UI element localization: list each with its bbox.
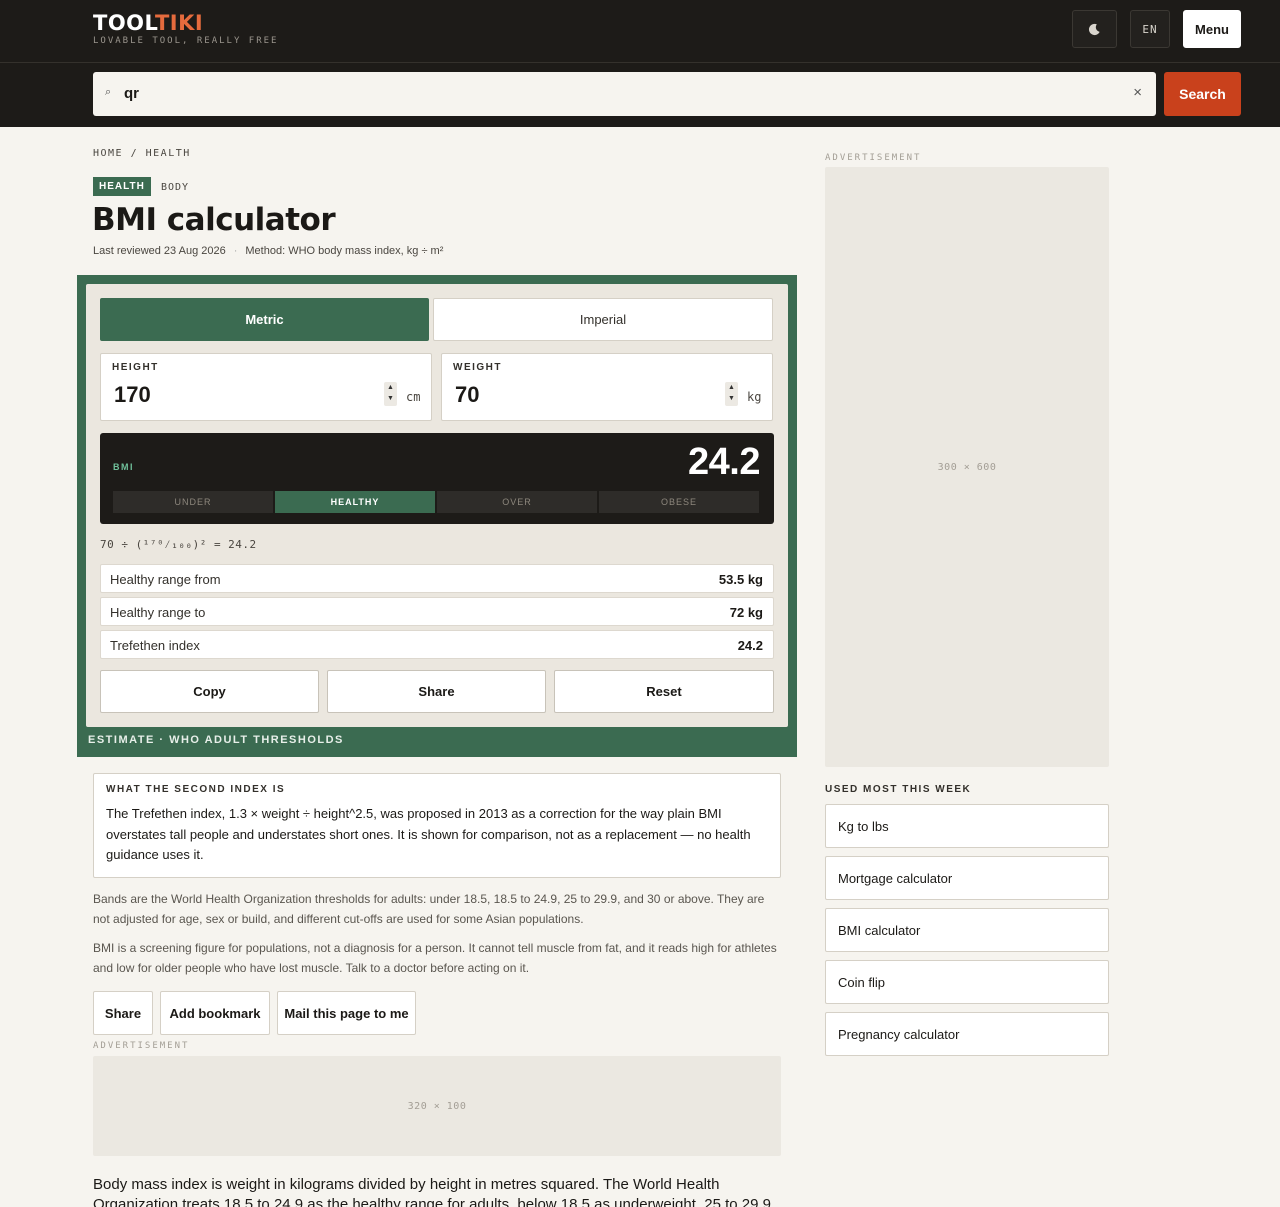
- disclaimer-paragraph: BMI is a screening figure for population…: [93, 941, 777, 975]
- search-icon: ⌕: [105, 86, 112, 98]
- formula: 70 ÷ (¹⁷⁰⁄₁₀₀)² = 24.2: [100, 538, 257, 551]
- method-note: Method: WHO body mass index, kg ÷ m²: [245, 245, 444, 257]
- result-row: Trefethen index 24.2: [100, 630, 774, 659]
- search-value: qr: [124, 85, 139, 102]
- row-key: Healthy range from: [110, 572, 221, 587]
- band-over: OVER: [437, 491, 597, 513]
- mail-page-button[interactable]: Mail this page to me: [277, 991, 416, 1035]
- theme-toggle-button[interactable]: [1072, 10, 1117, 48]
- height-stepper[interactable]: ▲ ▼: [384, 382, 397, 406]
- category-badge[interactable]: HEALTH: [93, 177, 151, 196]
- logo-text-a: TOOL: [93, 11, 155, 35]
- top-bar: TOOLTIKI LOVABLE TOOL, REALLY FREE EN Me…: [0, 0, 1280, 62]
- result-row: Healthy range from 53.5 kg: [100, 564, 774, 593]
- page-meta: Last reviewed 23 Aug 2026 · Method: WHO bo…: [93, 245, 444, 257]
- sidebar-item-bmi-calculator[interactable]: BMI calculator: [825, 908, 1109, 952]
- weight-value[interactable]: 70: [455, 382, 479, 408]
- calculator: Metric Imperial HEIGHT 170 ▲ ▼ cm WEIGHT …: [86, 284, 788, 727]
- height-label: HEIGHT: [112, 362, 159, 373]
- info-heading: WHAT THE SECOND INDEX IS: [106, 784, 286, 795]
- ad-label: ADVERTISEMENT: [93, 1041, 190, 1051]
- result-row: Healthy range to 72 kg: [100, 597, 774, 626]
- height-unit: cm: [406, 390, 421, 404]
- band-under: UNDER: [113, 491, 273, 513]
- weight-label: WEIGHT: [453, 362, 502, 373]
- reset-button[interactable]: Reset: [554, 670, 774, 713]
- moon-icon: [1088, 23, 1100, 35]
- share-button[interactable]: Share: [327, 670, 546, 713]
- sidebar-item-pregnancy-calculator[interactable]: Pregnancy calculator: [825, 1012, 1109, 1056]
- height-value[interactable]: 170: [114, 382, 151, 408]
- page-title: BMI calculator: [92, 202, 336, 238]
- height-field[interactable]: HEIGHT 170 ▲ ▼ cm: [100, 353, 432, 421]
- tab-imperial[interactable]: Imperial: [433, 298, 773, 341]
- tagline: LOVABLE TOOL, REALLY FREE: [93, 36, 279, 46]
- inline-ad[interactable]: 320 × 100: [93, 1056, 781, 1156]
- calculator-frame: Metric Imperial HEIGHT 170 ▲ ▼ cm WEIGHT …: [77, 275, 797, 757]
- band-obese: OBESE: [599, 491, 759, 513]
- bmi-result-panel: BMI 24.2 UNDER HEALTHY OVER OBESE: [100, 433, 774, 524]
- add-bookmark-button[interactable]: Add bookmark: [160, 991, 270, 1035]
- weight-unit: kg: [747, 390, 762, 404]
- search-bar: ⌕ qr × Search: [0, 62, 1280, 127]
- search-button[interactable]: Search: [1164, 72, 1241, 116]
- row-value: 53.5 kg: [718, 572, 763, 587]
- bands-paragraph: Bands are the World Health Organization …: [93, 892, 765, 926]
- tab-metric[interactable]: Metric: [100, 298, 429, 341]
- row-value: 72 kg: [729, 605, 763, 620]
- popular-heading: USED MOST THIS WEEK: [825, 784, 972, 795]
- body-text: Body mass index is weight in kilograms d…: [93, 1176, 771, 1207]
- logo[interactable]: TOOLTIKI: [93, 12, 203, 34]
- row-value: 24.2: [737, 638, 763, 653]
- bmi-label: BMI: [113, 462, 134, 472]
- reviewed-date: Last reviewed 23 Aug 2026: [93, 245, 226, 257]
- bmi-value: 24.2: [688, 441, 760, 483]
- calculator-footer: ESTIMATE · WHO ADULT THRESHOLDS: [88, 734, 344, 746]
- side-ad[interactable]: 300 × 600: [825, 167, 1109, 767]
- info-body: The Trefethen index, 1.3 × weight ÷ heig…: [106, 806, 751, 862]
- row-key: Trefethen index: [110, 638, 200, 653]
- sidebar-item-kg-to-lbs[interactable]: Kg to lbs: [825, 804, 1109, 848]
- band-healthy: HEALTHY: [275, 491, 435, 513]
- logo-text-b: TIKI: [154, 11, 204, 35]
- sidebar-item-coin-flip[interactable]: Coin flip: [825, 960, 1109, 1004]
- clear-icon[interactable]: ×: [1133, 84, 1142, 101]
- copy-button[interactable]: Copy: [100, 670, 319, 713]
- side-ad-label: ADVERTISEMENT: [825, 153, 922, 163]
- page-share-button[interactable]: Share: [93, 991, 153, 1035]
- info-box: WHAT THE SECOND INDEX IS The Trefethen i…: [93, 773, 781, 878]
- row-key: Healthy range to: [110, 605, 206, 620]
- breadcrumb[interactable]: HOME / HEALTH: [93, 148, 191, 159]
- weight-stepper[interactable]: ▲ ▼: [725, 382, 738, 406]
- menu-button[interactable]: Menu: [1183, 10, 1241, 48]
- search-input[interactable]: ⌕ qr ×: [93, 72, 1156, 116]
- weight-field[interactable]: WEIGHT 70 ▲ ▼ kg: [441, 353, 773, 421]
- subcategory-label[interactable]: BODY: [161, 182, 189, 193]
- language-button[interactable]: EN: [1130, 10, 1170, 48]
- sidebar-item-mortgage-calculator[interactable]: Mortgage calculator: [825, 856, 1109, 900]
